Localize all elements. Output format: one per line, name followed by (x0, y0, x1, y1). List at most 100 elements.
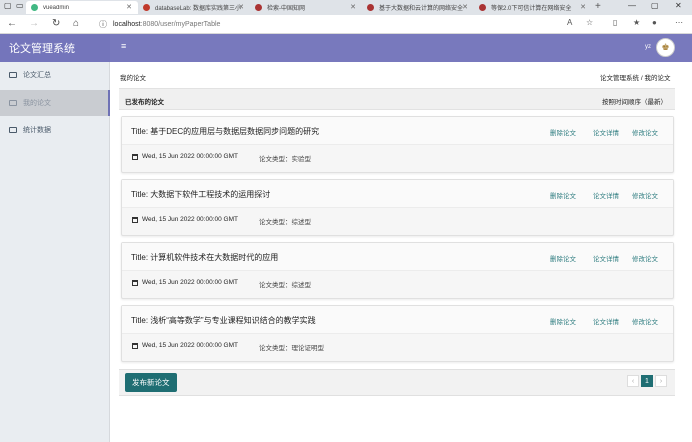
card-header: Title: 计算机软件技术在大数据时代的应用 删除论文 论文详情 修改论文 (122, 243, 673, 271)
paper-card: Title: 计算机软件技术在大数据时代的应用 删除论文 论文详情 修改论文 W… (121, 242, 674, 299)
paper-card: Title: 浅析“高等数学”与专业课程知识结合的教学实践 删除论文 论文详情 … (121, 305, 674, 362)
edit-paper-link[interactable]: 修改论文 (632, 316, 658, 326)
sidebar-item-label: 统计数据 (23, 127, 51, 134)
card-header: Title: 浅析“高等数学”与专业课程知识结合的教学实践 删除论文 论文详情 … (122, 306, 673, 334)
section-header: 已发布的论文 按照时间顺序（最新） (119, 88, 675, 110)
menu-toggle-icon[interactable]: ≡ (121, 41, 126, 51)
paper-type: 论文类型：综述型 (259, 282, 311, 289)
paper-title: Title: 浅析“高等数学”与专业课程知识结合的教学实践 (131, 316, 316, 325)
browser-tab-databaselab[interactable]: databaseLab: 数据库实践第三小 ✕ (138, 1, 250, 14)
paper-type: 论文类型：实验型 (259, 156, 311, 163)
paper-card: Title: 大数据下软件工程技术的运用探讨 删除论文 论文详情 修改论文 We… (121, 179, 674, 236)
paper-detail-link[interactable]: 论文详情 (593, 127, 619, 137)
calendar-icon (132, 153, 138, 160)
more-icon[interactable]: ⋯ (675, 18, 683, 27)
sidebar-item-label: 论文汇总 (23, 72, 51, 79)
paper-date-text: Wed, 15 Jun 2022 00:00:00 GMT (142, 279, 238, 286)
close-icon[interactable]: ✕ (126, 3, 132, 11)
delete-paper-link[interactable]: 删除论文 (550, 253, 576, 263)
favorite-add-icon[interactable]: ☆ (586, 18, 593, 27)
paper-detail-link[interactable]: 论文详情 (593, 190, 619, 200)
sidebar-item-statistics[interactable]: 统计数据 (0, 117, 110, 143)
home-icon[interactable]: ⌂ (73, 18, 79, 29)
tab-list-icon[interactable]: ▭ (16, 1, 24, 10)
back-icon[interactable]: ← (7, 18, 17, 29)
sidebar-item-all-papers[interactable]: 论文汇总 (0, 62, 110, 88)
sidebar: 论文汇总 我的论文 统计数据 (0, 62, 110, 442)
calendar-icon (132, 279, 138, 286)
footer-bar: 发布新论文 ‹ 1 › (119, 369, 675, 396)
minimize-icon[interactable]: — (628, 1, 636, 10)
chart-icon (9, 127, 17, 133)
delete-paper-link[interactable]: 删除论文 (550, 127, 576, 137)
edit-paper-link[interactable]: 修改论文 (632, 253, 658, 263)
breadcrumb-root[interactable]: 论文管理系统 (600, 75, 639, 82)
paper-detail-link[interactable]: 论文详情 (593, 316, 619, 326)
card-header: Title: 大数据下软件工程技术的运用探讨 删除论文 论文详情 修改论文 (122, 180, 673, 208)
cnki-icon (255, 4, 262, 11)
browser-tab-cnki[interactable]: 检索-中国知网 ✕ (250, 1, 362, 14)
info-icon[interactable]: ⓘ (99, 19, 107, 30)
window-menu-icon[interactable]: ▢ (4, 1, 12, 10)
url-input[interactable]: localhost:8080/user/myPaperTable (113, 18, 583, 31)
calendar-icon (132, 216, 138, 223)
paper-date-text: Wed, 15 Jun 2022 00:00:00 GMT (142, 153, 238, 160)
edit-paper-link[interactable]: 修改论文 (632, 190, 658, 200)
calendar-icon (132, 342, 138, 349)
card-header: Title: 基于DEC的应用层与数据层数据同步问题的研究 删除论文 论文详情 … (122, 117, 673, 145)
paper-type: 论文类型：理论证明型 (259, 345, 324, 352)
close-icon[interactable]: ✕ (580, 3, 586, 11)
close-icon[interactable]: ✕ (462, 3, 468, 11)
paper-detail-link[interactable]: 论文详情 (593, 253, 619, 263)
maximize-icon[interactable]: ▢ (651, 1, 659, 10)
sidebar-item-label: 我的论文 (23, 100, 51, 107)
new-paper-button[interactable]: 发布新论文 (125, 373, 177, 392)
next-page-icon[interactable]: › (655, 375, 667, 387)
cnki-icon (479, 4, 486, 11)
paper-title: Title: 基于DEC的应用层与数据层数据同步问题的研究 (131, 127, 320, 136)
paper-card: Title: 基于DEC的应用层与数据层数据同步问题的研究 删除论文 论文详情 … (121, 116, 674, 173)
close-icon[interactable]: ✕ (350, 3, 356, 11)
browser-tab-strip: ▢ ▭ vueadmin ✕ databaseLab: 数据库实践第三小 ✕ 检… (0, 0, 692, 15)
list-icon (9, 72, 17, 78)
delete-paper-link[interactable]: 删除论文 (550, 316, 576, 326)
browser-tab-paper-1[interactable]: 基于大数据和云计算的网络安全 ✕ (362, 1, 474, 14)
avatar[interactable]: ♚ (656, 38, 675, 57)
url-host: localhost (113, 21, 141, 28)
edit-paper-link[interactable]: 修改论文 (632, 127, 658, 137)
paper-date: Wed, 15 Jun 2022 00:00:00 GMT (132, 153, 238, 160)
document-icon (9, 100, 17, 106)
delete-paper-link[interactable]: 删除论文 (550, 190, 576, 200)
breadcrumb-current: 我的论文 (644, 75, 671, 82)
paper-date-text: Wed, 15 Jun 2022 00:00:00 GMT (142, 216, 238, 223)
paper-title: Title: 大数据下软件工程技术的运用探讨 (131, 190, 271, 199)
paper-date-text: Wed, 15 Jun 2022 00:00:00 GMT (142, 342, 238, 349)
tab-title: 检索-中国知网 (267, 6, 305, 12)
address-bar: ← → ↻ ⌂ ⓘ localhost:8080/user/myPaperTab… (0, 15, 692, 34)
tab-title: databaseLab: 数据库实践第三小 (155, 6, 242, 12)
vue-icon (31, 4, 38, 11)
favorites-icon[interactable]: ★ (633, 18, 640, 27)
breadcrumb: 论文管理系统 / 我的论文 (600, 72, 670, 82)
refresh-icon[interactable]: ↻ (52, 18, 60, 29)
tab-title: 等保2.0下可信计算在网络安全 (491, 6, 572, 12)
sort-selector[interactable]: 按照时间顺序（最新） (602, 96, 667, 106)
forward-icon[interactable]: → (29, 18, 39, 29)
split-screen-icon[interactable]: ▯ (613, 18, 617, 27)
user-name[interactable]: yz (645, 44, 651, 50)
app-header: 论文管理系统 ≡ yz (0, 34, 692, 62)
gitlab-icon (143, 4, 150, 11)
close-icon[interactable]: ✕ (238, 3, 244, 11)
window-close-icon[interactable]: ✕ (675, 1, 682, 10)
tab-title: 基于大数据和云计算的网络安全 (379, 6, 464, 12)
app-brand: 论文管理系统 (0, 34, 110, 62)
sidebar-item-my-papers[interactable]: 我的论文 (0, 90, 110, 116)
new-tab-icon[interactable]: + (595, 1, 601, 12)
browser-tab-paper-2[interactable]: 等保2.0下可信计算在网络安全 ✕ (474, 1, 592, 14)
read-aloud-icon[interactable]: A (567, 18, 572, 27)
profile-icon[interactable]: ● (652, 18, 657, 27)
tab-title: vueadmin (43, 4, 70, 11)
pagination-page-1[interactable]: 1 (641, 375, 653, 387)
prev-page-icon[interactable]: ‹ (627, 375, 639, 387)
browser-tab-vueadmin[interactable]: vueadmin ✕ (26, 1, 138, 14)
